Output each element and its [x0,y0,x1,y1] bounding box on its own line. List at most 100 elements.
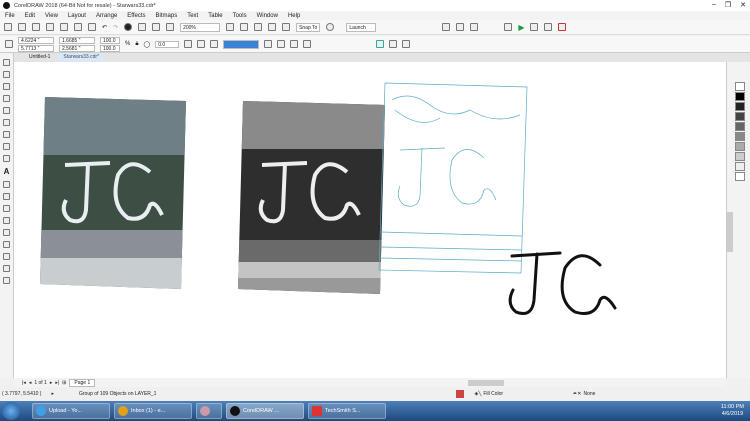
menu-bitmaps[interactable]: Bitmaps [156,13,178,19]
swatch-gray-20[interactable] [735,152,745,161]
swatch-gray-80[interactable] [735,112,745,121]
pick-tool-icon[interactable] [3,59,10,66]
snap-to-select[interactable]: Snap To [296,22,321,32]
app-launcher-icon[interactable] [470,23,479,31]
to-front-icon[interactable] [389,40,398,48]
edit-macro-icon[interactable] [530,23,539,31]
menu-window[interactable]: Window [257,13,278,19]
menu-view[interactable]: View [45,13,58,19]
add-tool-icon[interactable] [3,277,10,284]
guidelines-icon[interactable] [268,23,277,31]
publish-pdf-icon[interactable] [166,23,175,31]
swatch-gray-90[interactable] [735,102,745,111]
redo-icon[interactable]: ↷ [113,24,118,31]
swatch-white[interactable] [735,172,745,181]
menu-layout[interactable]: Layout [68,13,86,19]
crop-tool-icon[interactable] [3,83,10,90]
zoom-level-select[interactable]: 200% [180,22,221,32]
rotation-angle-field[interactable]: 0.0 [155,40,180,48]
next-page-icon[interactable]: ▸ [50,380,53,386]
grayscale-bitmap[interactable] [236,99,388,299]
drop-shadow-icon[interactable] [3,205,10,212]
trace-bitmap-icon[interactable] [376,40,385,48]
shape-tool-icon[interactable] [3,71,10,78]
paste-icon[interactable] [88,23,96,31]
swatch-gray-70[interactable] [735,122,745,131]
width-field[interactable]: 1.6685 " [59,36,95,44]
taskbar-chrome[interactable]: Inbox (1) - e... [114,403,192,419]
swatch-gray-50[interactable] [735,132,745,141]
menu-table[interactable]: Table [208,13,222,19]
palette-scrollbar[interactable] [727,212,733,252]
polygon-tool-icon[interactable] [3,155,10,162]
parallel-dimension-icon[interactable] [3,181,10,188]
taskbar-app[interactable] [196,403,222,419]
y-position-field[interactable]: 5.7713 " [18,44,54,52]
swatch-none[interactable] [735,82,745,91]
rulers-icon[interactable] [240,23,249,31]
import-icon[interactable] [138,23,147,31]
menu-edit[interactable]: Edit [25,13,35,19]
system-clock[interactable]: 11:00 PM 4/6/2019 [721,404,744,418]
print-icon[interactable] [46,23,54,31]
freehand-tool-icon[interactable] [3,107,10,114]
menu-file[interactable]: File [5,13,15,19]
prev-page-icon[interactable]: ◂ [29,380,32,386]
jc-signature-vector[interactable] [508,251,617,315]
fill-icon[interactable]: ◈╲ [474,391,481,397]
save-icon[interactable] [32,23,40,31]
mirror-horizontal-icon[interactable] [184,40,193,48]
mirror-vertical-icon[interactable] [197,40,206,48]
options-gear-icon[interactable] [326,23,335,31]
to-back-icon[interactable] [402,40,411,48]
first-page-icon[interactable]: |◂ [22,380,26,386]
lock-ratio-icon[interactable]: 🔒︎ [135,41,138,48]
add-page-icon[interactable]: ⊞ [62,380,66,386]
horizontal-scrollbar-thumb[interactable] [468,379,505,386]
copy-icon[interactable] [74,23,82,31]
traced-outline-object[interactable] [378,82,528,274]
group-icon[interactable] [264,40,273,48]
connector-tool-icon[interactable] [3,193,10,200]
restore-button[interactable]: ❐ [725,1,731,9]
outline-width-select[interactable] [223,39,260,49]
cut-icon[interactable] [60,23,68,31]
page-tab[interactable]: Page 1 [69,378,96,387]
combine-icon[interactable] [290,40,299,48]
new-icon[interactable] [4,23,12,31]
minimize-button[interactable]: – [712,1,716,9]
corel-connect-icon[interactable] [456,23,465,31]
taskbar-techsmith[interactable]: TechSmith S... [308,403,386,419]
outline-width-icon[interactable] [210,40,219,48]
break-apart-icon[interactable] [303,40,312,48]
ungroup-icon[interactable] [277,40,286,48]
search-content-icon[interactable] [124,23,133,31]
tab-untitled-1[interactable]: Untitled-1 [24,53,55,62]
drawing-canvas[interactable] [14,62,726,378]
x-position-field[interactable]: 4.6224 " [18,36,54,44]
outline-pen-icon[interactable] [3,265,10,272]
photo-bitmap[interactable] [38,95,188,298]
grid-icon[interactable] [254,23,263,31]
transparency-tool-icon[interactable] [3,217,10,224]
taskbar-coreldraw[interactable]: CorelDRAW ... [226,403,304,419]
zoom-tool-icon[interactable] [3,95,10,102]
select-pointer-icon[interactable] [544,23,553,31]
export-icon[interactable] [152,23,161,31]
eyedropper-icon[interactable] [3,229,10,236]
smart-fill-icon[interactable] [3,253,10,260]
swatch-gray-30[interactable] [735,142,745,151]
status-expand-icon[interactable]: ▸ [51,391,54,397]
open-icon[interactable] [18,23,26,31]
close-button[interactable]: ✕ [740,1,746,9]
tab-starwars33[interactable]: Starwars33.cdr* [58,53,104,62]
ellipse-tool-icon[interactable] [3,143,10,150]
color-proof-icon[interactable] [456,390,465,398]
menu-arrange[interactable]: Arrange [96,13,117,19]
rectangle-tool-icon[interactable] [3,131,10,138]
outline-pen-icon[interactable]: ✒✕ [573,391,581,397]
last-page-icon[interactable]: ▸| [55,380,59,386]
undo-icon[interactable]: ↶ [102,24,107,31]
menu-tools[interactable]: Tools [233,13,247,19]
window-icon[interactable] [504,23,513,31]
